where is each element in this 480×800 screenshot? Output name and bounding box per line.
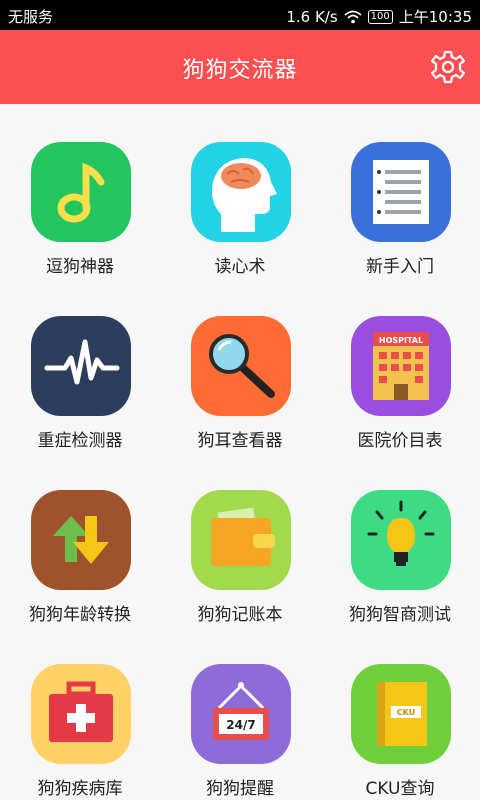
lightbulb-icon xyxy=(351,490,451,590)
clock: 上午10:35 xyxy=(398,8,472,26)
app-tile-beginner-guide[interactable]: 新手入门 xyxy=(320,104,480,278)
app-label: 逗狗神器 xyxy=(46,257,114,277)
first-aid-kit-icon xyxy=(31,664,131,764)
app-header: 狗狗交流器 xyxy=(0,30,480,104)
hospital-sign-text: HOSPITAL xyxy=(379,336,423,345)
app-label: 读心术 xyxy=(214,257,266,277)
app-tile-hospital-prices[interactable]: HOSPITAL 医院价目表 xyxy=(320,278,480,452)
document-list-icon xyxy=(351,142,451,242)
magnifier-icon xyxy=(191,316,291,416)
app-tile-cku-lookup[interactable]: CKU CKU查询 xyxy=(320,626,480,800)
network-speed: 1.6 K/s xyxy=(286,7,338,26)
app-tile-illness-detector[interactable]: 重症检测器 xyxy=(0,278,160,452)
app-label: 医院价目表 xyxy=(357,431,443,451)
hanging-sign-icon: 24/7 xyxy=(191,664,291,764)
app-tile-ear-viewer[interactable]: 狗耳查看器 xyxy=(160,278,320,452)
wallet-icon xyxy=(191,490,291,590)
heartbeat-icon xyxy=(31,316,131,416)
carrier-text: 无服务 xyxy=(8,8,54,26)
status-right: 1.6 K/s 100 上午10:35 xyxy=(286,6,472,27)
status-bar: 无服务 1.6 K/s 100 上午10:35 xyxy=(0,0,480,30)
app-tile-account-book[interactable]: 狗狗记账本 xyxy=(160,452,320,626)
brain-head-icon xyxy=(191,142,291,242)
reminder-sign-text: 24/7 xyxy=(226,718,255,732)
music-note-icon xyxy=(31,142,131,242)
app-label: 狗狗智商测试 xyxy=(349,605,451,625)
app-label: 狗狗疾病库 xyxy=(37,779,123,799)
app-label: 狗耳查看器 xyxy=(197,431,283,451)
app-tile-age-converter[interactable]: 狗狗年龄转换 xyxy=(0,452,160,626)
app-tile-disease-library[interactable]: 狗狗疾病库 xyxy=(0,626,160,800)
app-tile-tease-dog[interactable]: 逗狗神器 xyxy=(0,104,160,278)
book-icon: CKU xyxy=(351,664,451,764)
app-tile-iq-test[interactable]: 狗狗智商测试 xyxy=(320,452,480,626)
app-label: CKU查询 xyxy=(365,779,435,799)
wifi-icon xyxy=(344,10,362,23)
page-title: 狗狗交流器 xyxy=(182,58,298,83)
gear-icon[interactable] xyxy=(430,49,466,85)
app-label: 新手入门 xyxy=(366,257,434,277)
app-tile-mind-reading[interactable]: 读心术 xyxy=(160,104,320,278)
hospital-icon: HOSPITAL xyxy=(351,316,451,416)
app-label: 狗狗提醒 xyxy=(206,779,274,799)
app-label: 狗狗年龄转换 xyxy=(29,605,131,625)
exchange-arrows-icon xyxy=(31,490,131,590)
book-label-text: CKU xyxy=(397,708,415,717)
app-label: 重症检测器 xyxy=(37,431,123,451)
app-tile-reminder[interactable]: 24/7 狗狗提醒 xyxy=(160,626,320,800)
app-label: 狗狗记账本 xyxy=(197,605,283,625)
battery-icon: 100 xyxy=(367,9,393,24)
